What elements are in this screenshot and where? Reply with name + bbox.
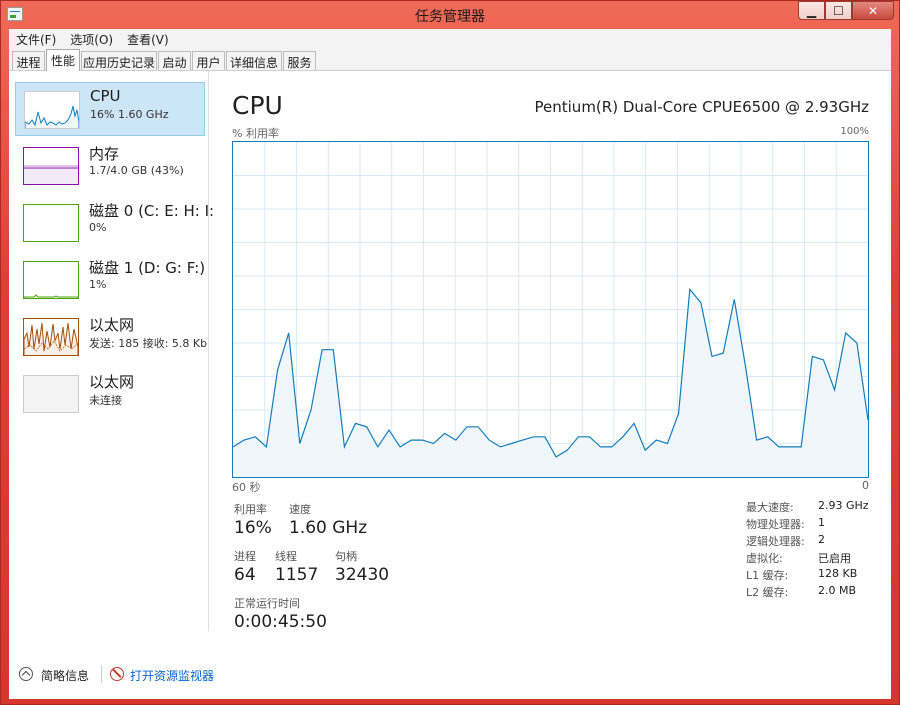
sidebar-ethernet2-sub: 未连接 [89,394,122,407]
sidebar-item-disk1[interactable]: 磁盘 1 (D: G: F:) 1% [15,253,205,307]
tab-services[interactable]: 服务 [283,51,316,70]
ethernet-thumbnail [23,318,79,356]
title-bar[interactable]: 任务管理器 ▁ ☐ ✕ [1,1,899,28]
info-l1-value: 128 KB [818,567,858,580]
ethernet2-thumbnail [23,375,79,413]
task-manager-window: 任务管理器 ▁ ☐ ✕ 文件(F) 选项(O) 查看(V) 进程 性能 应用历史… [0,0,900,705]
uptime-label: 正常运行时间 [234,597,300,610]
panel-title: CPU [232,91,283,120]
utilization-label: 利用率 [234,503,267,516]
disk0-thumbnail [23,204,79,242]
maximize-button[interactable]: ☐ [825,1,852,20]
fewer-details-button[interactable]: 简略信息 [41,667,89,684]
performance-panel: CPU Pentium(R) Dual-Core CPUE6500 @ 2.93… [215,71,891,632]
cpu-thumbnail [24,91,80,129]
threads-label: 线程 [275,550,297,563]
sidebar-item-memory[interactable]: 内存 1.7/4.0 GB (43%) [15,139,205,193]
open-resource-monitor-link[interactable]: 打开资源监视器 [130,667,214,684]
tab-app-history[interactable]: 应用历史记录 [81,51,157,70]
cpu-chart-svg [232,142,869,477]
info-virtualization-value: 已启用 [818,552,851,565]
sidebar-disk0-title: 磁盘 0 (C: E: H: I: [89,202,215,220]
tab-users[interactable]: 用户 [192,51,225,70]
info-virtualization-label: 虚拟化: [746,552,783,565]
sidebar-disk1-sub: 1% [89,278,107,291]
sidebar-item-disk0[interactable]: 磁盘 0 (C: E: H: I: 0% [15,196,214,250]
chevron-up-icon[interactable] [19,667,33,681]
sidebar-disk0-sub: 0% [89,221,107,234]
utilization-value: 16% [234,518,272,538]
tab-startup[interactable]: 启动 [158,51,191,70]
speed-label: 速度 [289,503,311,516]
info-logical-value: 2 [818,533,825,546]
sidebar-item-ethernet[interactable]: 以太网 发送: 185 接收: 5.8 Kb [15,310,208,364]
time-axis-right-label: 0 [862,479,869,492]
disk1-thumbnail [23,261,79,299]
sidebar-cpu-title: CPU [90,87,121,105]
sidebar-item-ethernet-2[interactable]: 以太网 未连接 [15,367,205,421]
info-sockets-value: 1 [818,516,825,529]
sidebar-disk1-title: 磁盘 1 (D: G: F:) [89,259,206,277]
menu-file[interactable]: 文件(F) [9,29,63,47]
memory-thumbnail [23,147,79,185]
tab-strip: 进程 性能 应用历史记录 启动 用户 详细信息 服务 [9,47,891,71]
info-max-speed-label: 最大速度: [746,501,794,514]
cpu-model: Pentium(R) Dual-Core CPUE6500 @ 2.93GHz [534,98,869,116]
bottom-bar: 简略信息 打开资源监视器 [9,659,891,693]
info-l2-value: 2.0 MB [818,584,857,597]
info-logical-label: 逻辑处理器: [746,535,805,548]
time-axis-left-label: 60 秒 [232,481,261,494]
axis-max-label: 100% [840,126,869,137]
sidebar-ethernet2-title: 以太网 [89,373,135,391]
sidebar-ethernet-sub: 发送: 185 接收: 5.8 Kb [89,337,208,350]
utilization-axis-label: % 利用率 [232,127,279,140]
resource-sidebar: CPU 16% 1.60 GHz 内存 1.7/4.0 GB (43%) 磁盘 … [9,71,214,631]
cpu-utilization-chart [232,141,869,478]
info-max-speed-value: 2.93 GHz [818,499,869,512]
sidebar-memory-sub: 1.7/4.0 GB (43%) [89,164,184,177]
speed-value: 1.60 GHz [289,518,368,538]
window-title: 任务管理器 [415,9,485,25]
info-l1-label: L1 缓存: [746,569,789,582]
tab-details[interactable]: 详细信息 [226,51,282,70]
info-sockets-label: 物理处理器: [746,518,805,531]
processes-label: 进程 [234,550,256,563]
close-button[interactable]: ✕ [852,1,894,20]
divider [101,665,102,683]
sidebar-item-cpu[interactable]: CPU 16% 1.60 GHz [15,82,205,136]
info-l2-label: L2 缓存: [746,586,789,599]
threads-value: 1157 [275,565,319,585]
tab-processes[interactable]: 进程 [12,51,45,70]
uptime-value: 0:00:45:50 [234,612,327,632]
processes-value: 64 [234,565,256,585]
sidebar-ethernet-title: 以太网 [89,316,135,334]
client-area: 文件(F) 选项(O) 查看(V) 进程 性能 应用历史记录 启动 用户 详细信… [9,29,891,699]
menu-options[interactable]: 选项(O) [63,29,120,47]
menu-bar: 文件(F) 选项(O) 查看(V) [9,29,891,47]
resource-monitor-icon[interactable] [110,667,124,681]
handles-value: 32430 [335,565,390,585]
sidebar-memory-title: 内存 [89,145,120,163]
menu-view[interactable]: 查看(V) [120,29,176,47]
sidebar-cpu-sub: 16% 1.60 GHz [90,108,169,121]
minimize-button[interactable]: ▁ [798,1,825,20]
tab-performance[interactable]: 性能 [46,49,80,71]
handles-label: 句柄 [335,550,357,563]
